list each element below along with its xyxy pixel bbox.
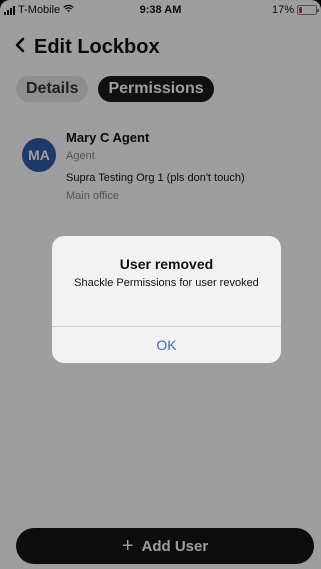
ok-button[interactable]: OK (52, 327, 281, 363)
app-screen: T-Mobile 9:38 AM 17% Edit Lockbox Detail… (0, 0, 321, 569)
alert-title: User removed (119, 256, 214, 272)
alert-message: Shackle Permissions for user revoked (74, 277, 259, 289)
alert-dialog: User removed Shackle Permissions for use… (52, 236, 281, 363)
